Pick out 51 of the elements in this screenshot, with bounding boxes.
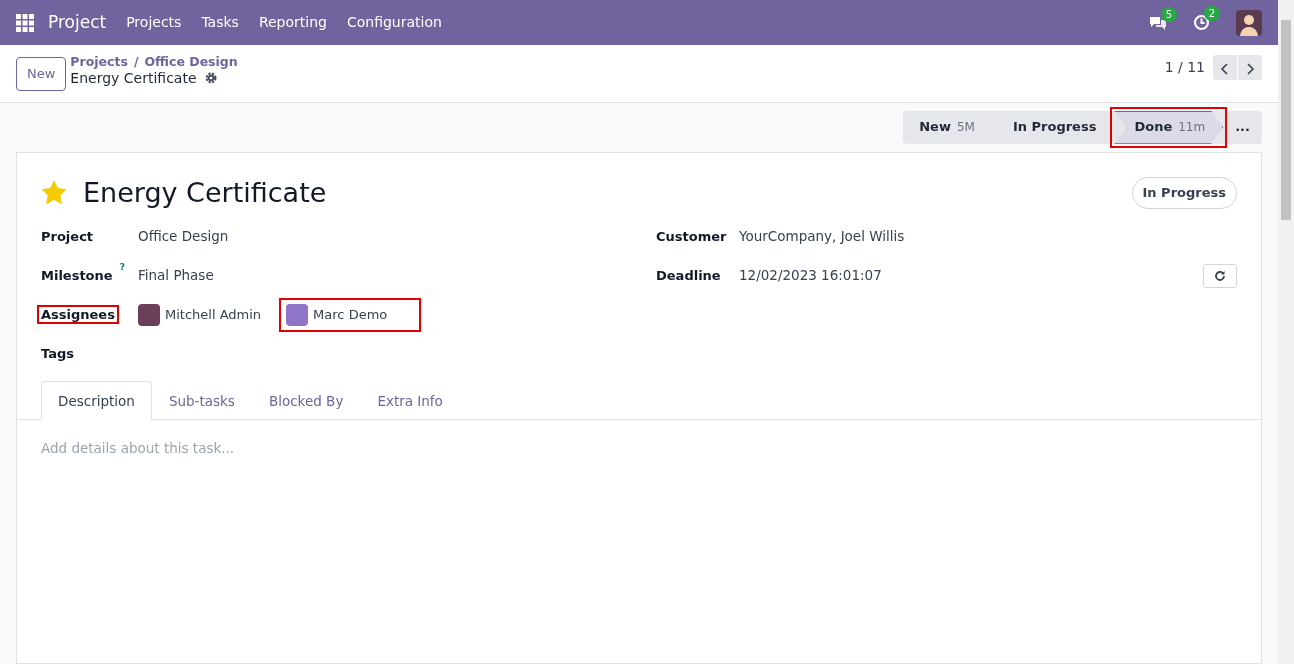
field-label: Customer <box>656 227 728 246</box>
activity-count: 2 <box>1203 6 1220 22</box>
state-button[interactable]: In Progress <box>1131 177 1237 209</box>
new-button[interactable]: New <box>16 57 67 91</box>
field-label: Assignees <box>37 304 119 324</box>
tab[interactable]: Description <box>41 381 152 421</box>
field-value: YourCompany, Joel Willis <box>739 227 905 247</box>
stage-button[interactable]: New 5M <box>903 110 993 144</box>
chevron-right-icon <box>1245 62 1255 75</box>
field-label: Project <box>40 227 95 246</box>
stage-button[interactable]: Done 11m <box>1114 110 1224 144</box>
breadcrumb-link[interactable]: Projects <box>70 54 128 71</box>
avatar <box>138 303 160 326</box>
menu-item[interactable]: Projects <box>126 12 182 34</box>
field-value: 12/02/2023 16:01:07 <box>739 266 882 286</box>
clock-icon[interactable] <box>1193 14 1210 32</box>
chat-icon[interactable] <box>1149 14 1167 31</box>
apps-grid-icon[interactable] <box>16 13 34 32</box>
field-value: Final Phase <box>138 266 214 286</box>
menu-item[interactable]: Configuration <box>346 12 442 34</box>
next-button[interactable] <box>1238 55 1262 81</box>
menu-item[interactable]: Reporting <box>258 12 327 34</box>
field-value: Office Design <box>138 227 229 247</box>
refresh-button[interactable] <box>1203 263 1237 288</box>
app-name[interactable]: Project <box>48 9 107 36</box>
star-icon[interactable] <box>41 180 67 206</box>
scrollbar[interactable] <box>1278 0 1294 664</box>
tab[interactable]: Blocked By <box>251 381 361 421</box>
pager-counter: 1 / 11 <box>1164 58 1205 78</box>
more-stages-button[interactable]: ... <box>1223 110 1262 144</box>
stage-button[interactable]: In Progress <box>992 110 1115 144</box>
chevron-left-icon <box>1220 62 1230 75</box>
task-title: Energy Certificate <box>83 176 327 210</box>
gear-icon[interactable] <box>204 72 217 85</box>
field-label: Deadline <box>656 266 722 285</box>
menu-item[interactable]: Tasks <box>201 12 239 34</box>
user-tag[interactable]: Marc Demo <box>283 301 418 328</box>
previous-button[interactable] <box>1213 55 1237 81</box>
breadcrumb-separator: / <box>133 54 139 71</box>
breadcrumb-link[interactable]: Office Design <box>144 54 238 71</box>
message-count: 5 <box>1160 6 1177 22</box>
tab[interactable]: Extra Info <box>360 381 460 421</box>
user-tag[interactable]: Mitchell Admin <box>138 303 262 326</box>
refresh-icon <box>1214 270 1226 283</box>
help-tooltip-mark[interactable]: ? <box>119 261 125 272</box>
record-name: Energy Certificate <box>70 70 197 87</box>
tab[interactable]: Sub-tasks <box>151 381 252 421</box>
user-avatar[interactable] <box>1236 9 1262 36</box>
avatar <box>286 303 309 326</box>
field-label: Milestone <box>40 266 114 285</box>
field-label: Tags <box>40 344 75 363</box>
